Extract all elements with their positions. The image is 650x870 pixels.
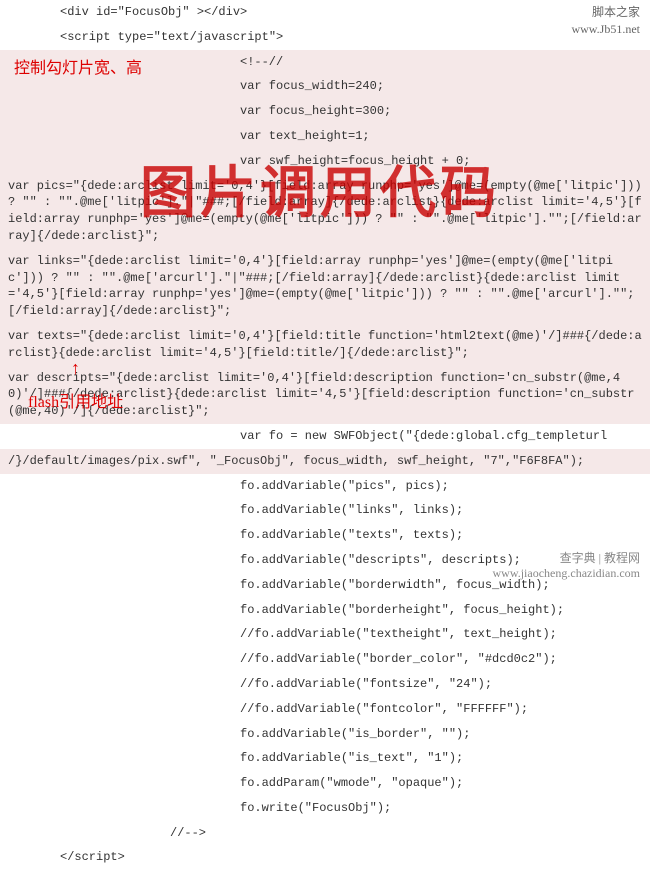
code-line-10: var texts="{dede:arclist limit='0,4'}[fi… [0,324,650,366]
swf-path-block: /}/default/images/pix.swf", "_FocusObj",… [0,449,650,474]
code-line-11: var descripts="{dede:arclist limit='0,4'… [0,366,650,424]
code-line-9: var links="{dede:arclist limit='0,4'}[fi… [0,249,650,324]
code-line-22: //fo.addVariable("fontcolor", "FFFFFF"); [0,697,650,722]
watermark-top-right: 脚本之家 www.Jb51.net [571,4,640,38]
watermark-line2: www.Jb51.net [571,21,640,38]
code-line-20: //fo.addVariable("border_color", "#dcd0c… [0,647,650,672]
code-line-25: fo.addParam("wmode", "opaque"); [0,771,650,796]
code-line-6: var text_height=1; [0,124,650,149]
watermark-br-line1: 查字典 | 教程网 [493,551,641,567]
code-line-13: fo.addVariable("pics", pics); [0,474,650,499]
code-line-1: <div id="FocusObj" ></div> [0,0,650,25]
code-line-14: fo.addVariable("links", links); [0,498,650,523]
code-line-26: fo.write("FocusObj"); [0,796,650,821]
code-line-8: var pics="{dede:arclist limit='0,4'}[fie… [0,174,650,249]
code-line-15: fo.addVariable("texts", texts); [0,523,650,548]
code-line-28: </script> [0,845,650,870]
code-line-7: var swf_height=focus_height + 0; [0,149,650,174]
watermark-bottom-right: 查字典 | 教程网 www.jiaocheng.chazidian.com [493,551,641,582]
code-line-4: var focus_width=240; [0,74,650,99]
slide-size-block: <!--// var focus_width=240; var focus_he… [0,50,650,174]
arrow-up-icon: ↑ [70,358,81,383]
code-line-2: <script type="text/javascript"> [0,25,650,50]
code-line-18: fo.addVariable("borderheight", focus_hei… [0,598,650,623]
watermark-br-line2: www.jiaocheng.chazidian.com [493,566,641,582]
code-line-27: //--> [0,821,650,846]
code-line-21: //fo.addVariable("fontsize", "24"); [0,672,650,697]
code-line-12b: /}/default/images/pix.swf", "_FocusObj",… [0,449,650,474]
watermark-line1: 脚本之家 [571,4,640,21]
code-line-12a: var fo = new SWFObject("{dede:global.cfg… [0,424,650,449]
code-line-3: <!--// [0,50,650,75]
code-line-23: fo.addVariable("is_border", ""); [0,722,650,747]
code-line-24: fo.addVariable("is_text", "1"); [0,746,650,771]
pics-vars-block: var pics="{dede:arclist limit='0,4'}[fie… [0,174,650,424]
code-line-5: var focus_height=300; [0,99,650,124]
code-line-19: //fo.addVariable("textheight", text_heig… [0,622,650,647]
code-screenshot: 脚本之家 www.Jb51.net <div id="FocusObj" ></… [0,0,650,586]
